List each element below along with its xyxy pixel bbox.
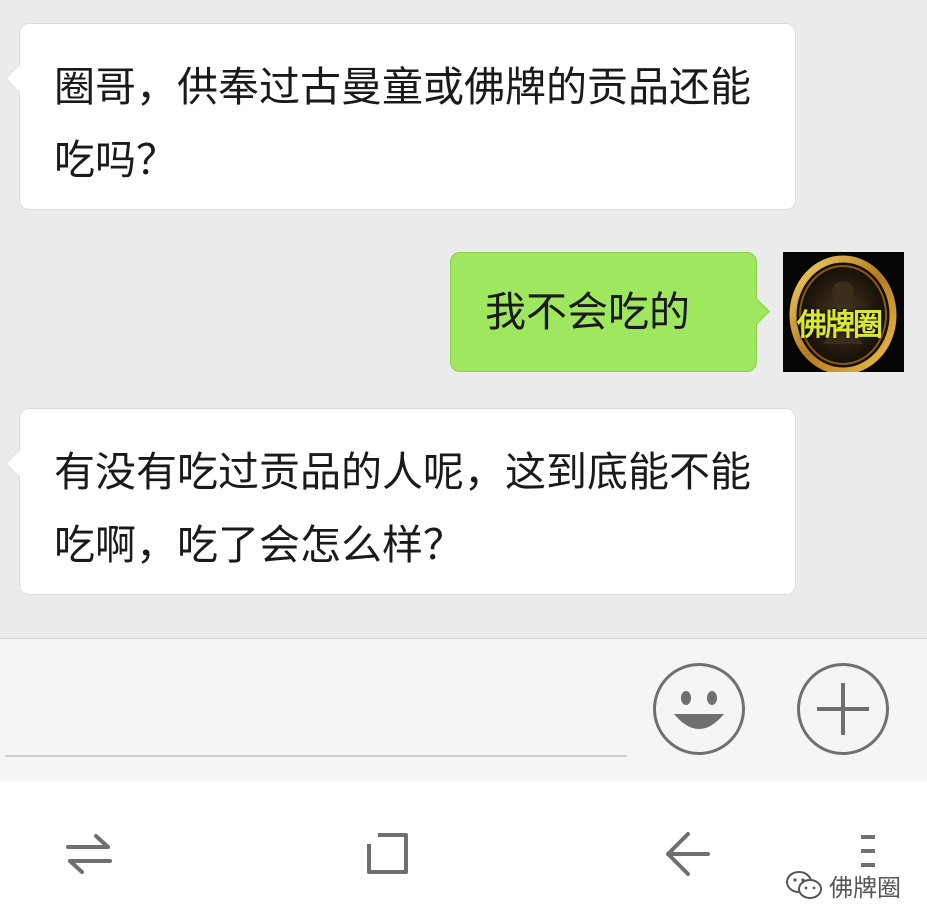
message-text: 有没有吃过贡品的人呢，这到底能不能吃啊，吃了会怎么样？ bbox=[54, 448, 751, 569]
watermark: 佛牌圈 bbox=[785, 868, 901, 902]
outgoing-message-bubble[interactable]: 我不会吃的 bbox=[450, 252, 757, 372]
input-bar bbox=[0, 638, 927, 781]
incoming-message-bubble[interactable]: 有没有吃过贡品的人呢，这到底能不能吃啊，吃了会怎么样？ bbox=[19, 408, 796, 595]
back-arrow-icon[interactable] bbox=[664, 830, 712, 878]
smiley-face-icon bbox=[674, 691, 724, 729]
plus-icon bbox=[817, 683, 869, 735]
avatar-label: 佛牌圈 bbox=[797, 308, 883, 343]
more-button[interactable] bbox=[797, 663, 889, 755]
chat-area: 圈哥，供奉过古曼童或佛牌的贡品还能吃吗？ 我不会吃的 佛牌圈 有没有吃过贡品的人… bbox=[0, 0, 927, 638]
avatar[interactable]: 佛牌圈 bbox=[783, 252, 904, 372]
emoji-button[interactable] bbox=[653, 663, 745, 755]
incoming-message-bubble[interactable]: 圈哥，供奉过古曼童或佛牌的贡品还能吃吗？ bbox=[19, 23, 796, 210]
message-text: 我不会吃的 bbox=[485, 288, 690, 336]
square-home-icon[interactable] bbox=[366, 832, 410, 876]
message-input[interactable] bbox=[5, 659, 627, 755]
system-navigation-bar: 佛牌圈 bbox=[0, 781, 927, 924]
watermark-text: 佛牌圈 bbox=[829, 873, 901, 902]
wechat-icon bbox=[786, 871, 822, 899]
message-text: 圈哥，供奉过古曼童或佛牌的贡品还能吃吗？ bbox=[54, 63, 751, 184]
switch-arrows-icon[interactable] bbox=[66, 832, 112, 876]
input-underline bbox=[5, 755, 627, 757]
